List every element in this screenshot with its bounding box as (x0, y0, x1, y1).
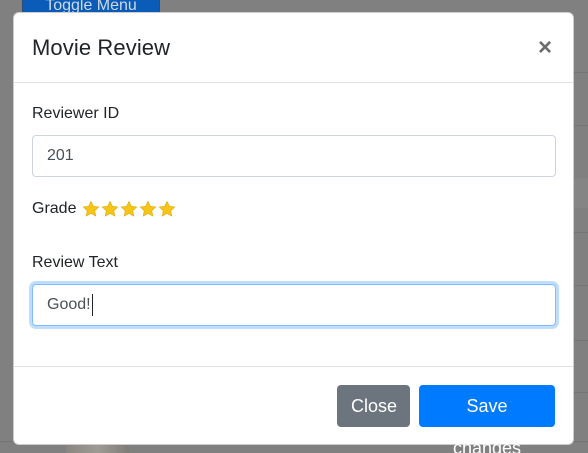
star-icon[interactable] (82, 200, 100, 218)
modal-body: Reviewer ID Grade Review Text Good! (14, 83, 573, 367)
modal-title: Movie Review (32, 34, 171, 60)
star-rating[interactable] (82, 200, 176, 218)
background-divider (572, 392, 588, 393)
background-divider (572, 72, 588, 73)
background-divider (572, 125, 588, 126)
background-divider (572, 232, 588, 233)
save-changes-button[interactable]: Save changes (419, 385, 555, 453)
star-icon[interactable] (120, 200, 138, 218)
reviewer-id-input[interactable] (32, 135, 556, 177)
background-divider (572, 285, 588, 286)
modal-footer: Close Save changes (14, 367, 573, 453)
grade-label: Grade (32, 200, 77, 217)
modal-header: Movie Review × (14, 13, 573, 83)
review-text-input[interactable]: Good! (32, 284, 556, 326)
star-icon[interactable] (101, 200, 119, 218)
star-icon[interactable] (139, 200, 157, 218)
grade-row: Grade (32, 197, 555, 221)
movie-review-modal: Movie Review × Reviewer ID Grade Review … (13, 12, 574, 453)
text-caret (91, 294, 93, 316)
background-cell (572, 178, 588, 208)
close-icon[interactable]: × (535, 35, 555, 60)
background-divider (572, 340, 588, 341)
reviewer-id-label: Reviewer ID (32, 105, 120, 122)
star-icon[interactable] (158, 200, 176, 218)
close-button[interactable]: Close (337, 385, 410, 427)
review-text-label: Review Text (32, 254, 118, 271)
review-text-value: Good! (47, 296, 91, 313)
